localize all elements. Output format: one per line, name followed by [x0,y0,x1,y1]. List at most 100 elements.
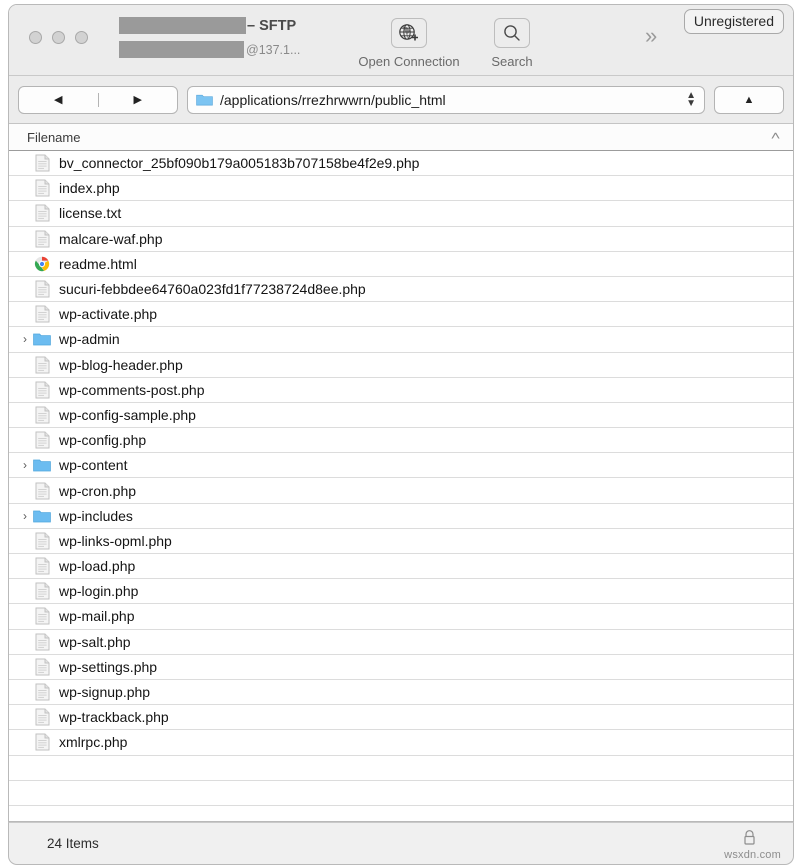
disclosure-chevron-icon[interactable]: › [17,459,33,471]
file-name: wp-salt.php [59,633,131,650]
document-icon [33,431,51,449]
file-row[interactable]: wp-activate.php [9,302,793,328]
document-icon [33,305,51,323]
document-icon [33,582,51,600]
updown-stepper-icon[interactable]: ▲ ▼ [686,90,696,108]
padlock-icon[interactable] [742,829,757,846]
window-titlebar: – SFTP @137.1... Open Connection Search … [9,5,793,76]
file-name: wp-mail.php [59,608,135,625]
file-row[interactable]: wp-settings.php [9,655,793,680]
document-icon [33,633,51,651]
window-title-host: @137.1... [246,42,301,57]
file-name: wp-cron.php [59,482,137,499]
empty-list-row[interactable] [9,756,793,781]
window-title-line-2: @137.1... [119,39,344,60]
status-bar: 24 Items wsxdn.com [8,822,794,865]
search-label: Search [491,54,533,69]
file-row[interactable]: bv_connector_25bf090b179a005183b707158be… [9,151,793,177]
file-name: wp-activate.php [59,306,158,323]
file-row[interactable]: wp-load.php [9,554,793,580]
zoom-button[interactable] [75,31,88,44]
document-icon [33,406,51,424]
empty-list-row[interactable] [9,781,793,806]
open-connection-label: Open Connection [358,54,460,69]
chrome-icon [33,255,51,273]
window-title: – SFTP @137.1... [119,15,344,67]
file-row[interactable]: wp-trackback.php [9,705,793,731]
close-button[interactable] [29,31,42,44]
path-toolbar: ◀ ▶ /applications/rrezhrwwrn/public_html… [9,76,793,124]
document-icon [33,607,51,625]
file-name: malcare-waf.php [59,230,163,247]
document-icon [33,280,51,298]
file-row[interactable]: wp-signup.php [9,680,793,706]
path-value: /applications/rrezhrwwrn/public_html [220,91,446,108]
app-root: – SFTP @137.1... Open Connection Search … [0,0,800,865]
file-list[interactable]: bv_connector_25bf090b179a005183b707158be… [9,151,793,821]
file-name: wp-load.php [59,558,136,575]
document-icon [33,230,51,248]
document-icon [33,532,51,550]
document-icon [33,683,51,701]
file-row[interactable]: license.txt [9,201,793,227]
redacted-host-bar [119,41,244,58]
file-name: wp-signup.php [59,684,151,701]
file-name: sucuri-febbdee64760a023fd1f77238724d8ee.… [59,281,366,298]
file-row[interactable]: wp-config-sample.php [9,403,793,429]
sftp-window: – SFTP @137.1... Open Connection Search … [8,4,794,822]
file-row[interactable]: › wp-content [9,453,793,479]
file-row[interactable]: wp-blog-header.php [9,353,793,378]
file-row[interactable]: wp-config.php [9,428,793,454]
document-icon [33,179,51,197]
file-name: xmlrpc.php [59,734,128,751]
file-row[interactable]: wp-links-opml.php [9,529,793,554]
parent-directory-button[interactable]: ▲ [714,85,784,114]
file-row[interactable]: xmlrpc.php [9,730,793,756]
document-icon [33,356,51,374]
file-row[interactable]: wp-mail.php [9,604,793,630]
column-header-row: Filename ˄ [9,124,793,151]
window-title-suffix: – SFTP [247,17,297,34]
magnifier-icon [494,18,530,48]
unregistered-badge[interactable]: Unregistered [683,9,784,34]
disclosure-chevron-icon[interactable]: › [17,333,33,345]
file-row[interactable]: wp-cron.php [9,478,793,504]
file-row[interactable]: index.php [9,176,793,202]
file-name: wp-config-sample.php [59,406,196,423]
document-icon [33,381,51,399]
file-name: wp-settings.php [59,658,158,675]
path-dropdown[interactable]: /applications/rrezhrwwrn/public_html ▲ ▼ [187,85,705,114]
file-name: readme.html [59,255,137,272]
file-name: index.php [59,180,120,197]
sort-ascending-icon[interactable]: ˄ [771,129,781,143]
toolbar-overflow-icon[interactable]: » [645,23,657,49]
site-watermark: wsxdn.com [724,849,781,861]
file-row[interactable]: wp-login.php [9,579,793,605]
file-row[interactable]: wp-salt.php [9,630,793,655]
folder-icon [33,456,51,474]
file-row[interactable]: sucuri-febbdee64760a023fd1f77238724d8ee.… [9,277,793,303]
file-row[interactable]: › wp-includes [9,504,793,529]
file-name: license.txt [59,205,122,222]
file-name: wp-links-opml.php [59,532,172,549]
file-name: bv_connector_25bf090b179a005183b707158be… [59,155,420,172]
forward-button[interactable]: ▶ [99,87,178,113]
search-button[interactable]: Search [452,18,572,69]
back-button[interactable]: ◀ [19,87,98,113]
folder-icon [33,330,51,348]
column-header-filename[interactable]: Filename [27,130,80,145]
document-icon [33,154,51,172]
disclosure-chevron-icon[interactable]: › [17,510,33,522]
traffic-lights [29,31,88,44]
globe-plus-icon [391,18,427,48]
file-row[interactable]: malcare-waf.php [9,227,793,252]
document-icon [33,204,51,222]
file-row[interactable]: › wp-admin [9,327,793,353]
file-row[interactable]: readme.html [9,252,793,277]
file-name: wp-includes [59,507,133,524]
minimize-button[interactable] [52,31,65,44]
document-icon [33,733,51,751]
open-connection-button[interactable]: Open Connection [349,18,469,69]
document-icon [33,708,51,726]
file-row[interactable]: wp-comments-post.php [9,378,793,403]
